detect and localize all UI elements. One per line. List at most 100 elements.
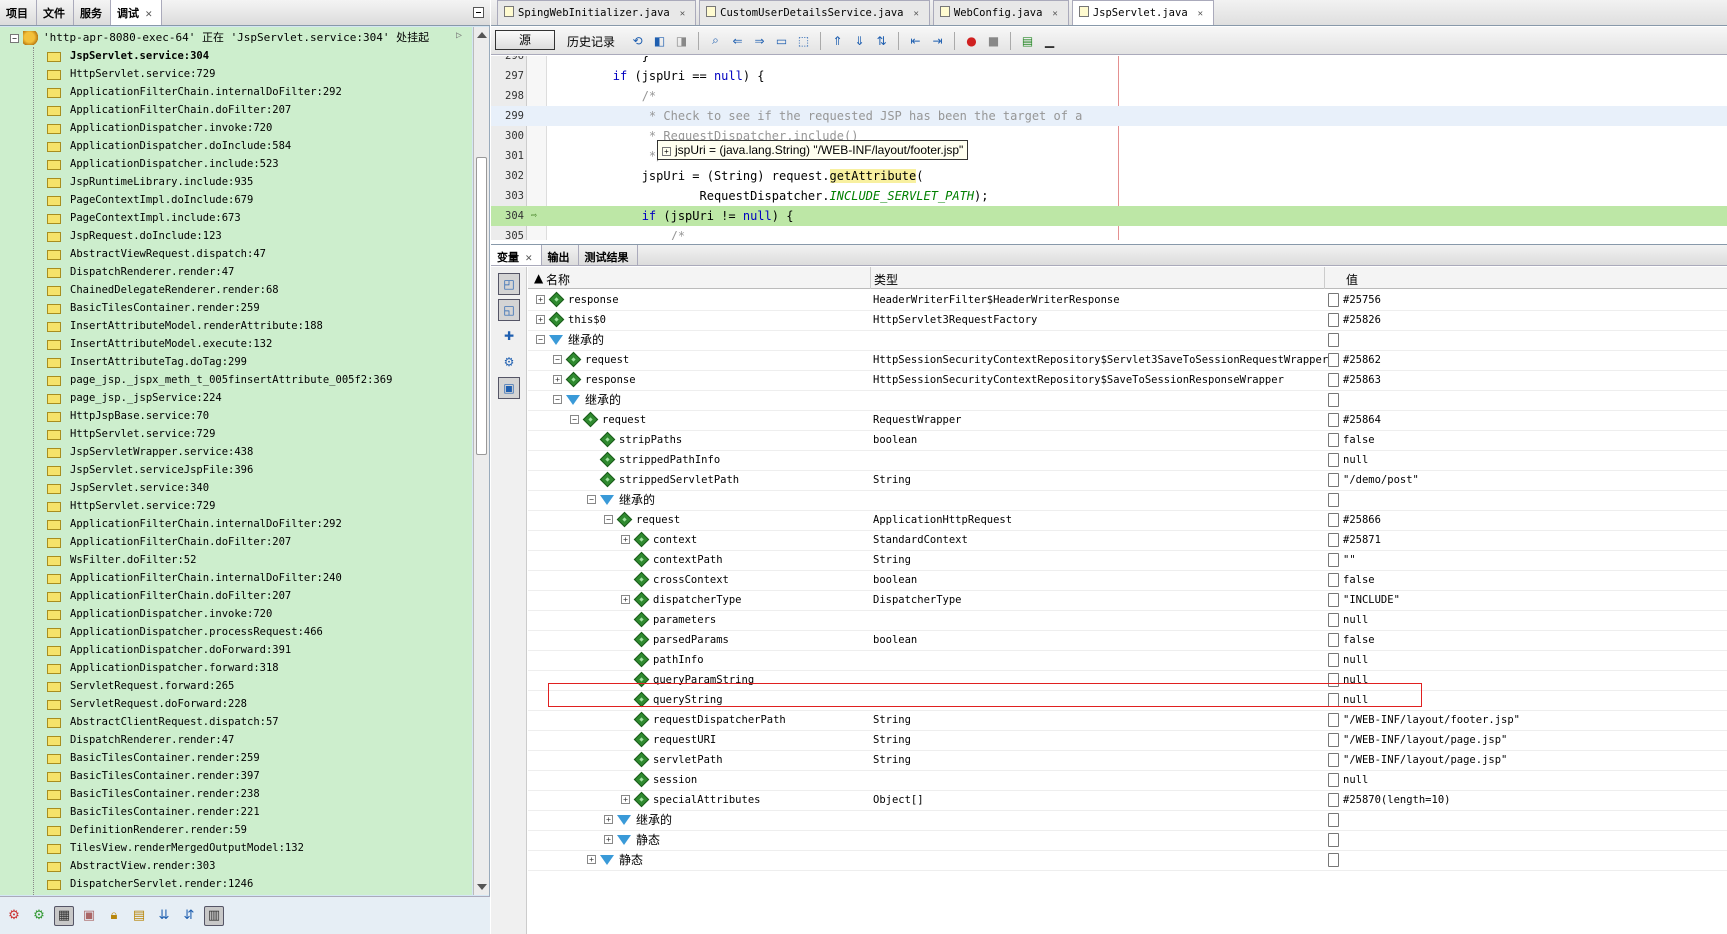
expand-icon[interactable]: +	[621, 595, 630, 604]
stack-frame[interactable]: ApplicationFilterChain.doFilter:207	[0, 587, 472, 605]
variable-row[interactable]: strippedServletPath String "/demo/post"	[528, 469, 1727, 491]
customize-value-button[interactable]	[1328, 353, 1339, 367]
customize-value-button[interactable]	[1328, 793, 1339, 807]
variable-row[interactable]: + response HeaderWriterFilter$HeaderWriter…	[528, 289, 1727, 311]
stack-frame[interactable]: JspServletWrapper.service:438	[0, 443, 472, 461]
customize-value-button[interactable]	[1328, 393, 1339, 407]
collapse-icon[interactable]: −	[553, 395, 562, 404]
minimize-icon[interactable]	[473, 7, 484, 18]
variable-row[interactable]: + context StandardContext #25871	[528, 529, 1727, 551]
stop-macro-icon[interactable]: ■	[985, 32, 1002, 49]
toggle-bookmark-icon[interactable]: ⇅	[873, 32, 890, 49]
step-icon[interactable]: ⇊	[154, 906, 174, 926]
stack-frame[interactable]: InsertAttributeModel.renderAttribute:188	[0, 317, 472, 335]
monitors-icon[interactable]: ▤	[129, 906, 149, 926]
column-divider[interactable]	[1324, 267, 1325, 289]
stack-frame[interactable]: AbstractClientRequest.dispatch:57	[0, 713, 472, 731]
stack-frame[interactable]: page_jsp._jspx_meth_t_005finsertAttribut…	[0, 371, 472, 389]
close-icon[interactable]: ✕	[913, 9, 918, 19]
thread-action-arrow-icon[interactable]: ▷	[456, 30, 462, 41]
variable-row[interactable]: − request HttpSessionSecurityContextReposi…	[528, 349, 1727, 371]
customize-value-button[interactable]	[1328, 773, 1339, 787]
collapse-icon[interactable]: −	[536, 335, 545, 344]
expand-icon[interactable]: +	[536, 295, 545, 304]
variable-row[interactable]: strippedPathInfo null	[528, 449, 1727, 471]
code-editor[interactable]: 296 } 297 if (jspUri == null) { 298 /* 2…	[491, 56, 1727, 240]
variable-row[interactable]: − request ApplicationHttpRequest #25866	[528, 509, 1727, 531]
stack-frame[interactable]: JspRequest.doInclude:123	[0, 227, 472, 245]
tab-spingwebinitializer[interactable]: SpingWebInitializer.java ✕	[497, 0, 697, 25]
stack-frame[interactable]: PageContextImpl.include:673	[0, 209, 472, 227]
collapse-icon[interactable]: −	[553, 355, 562, 364]
toggle-rect-select-icon[interactable]: ⬚	[795, 32, 812, 49]
variable-row[interactable]: − 继承的	[528, 489, 1727, 511]
customize-value-button[interactable]	[1328, 453, 1339, 467]
stack-frame[interactable]: BasicTilesContainer.render:238	[0, 785, 472, 803]
suspend-icon[interactable]: ⇵	[179, 906, 199, 926]
collapse-icon[interactable]: −	[604, 515, 613, 524]
customize-value-button[interactable]	[1328, 853, 1339, 867]
scroll-thumb[interactable]	[476, 157, 487, 455]
customize-value-button[interactable]	[1328, 373, 1339, 387]
stack-frame[interactable]: BasicTilesContainer.render:259	[0, 299, 472, 317]
stack-frame[interactable]: ApplicationDispatcher.invoke:720	[0, 605, 472, 623]
variable-row[interactable]: parsedParams boolean false	[528, 629, 1727, 651]
tab-test-results[interactable]: 测试结果	[579, 245, 638, 265]
threads-red-icon[interactable]: ⚙	[4, 906, 24, 926]
watch-settings-icon[interactable]: ⚙	[498, 351, 520, 373]
customize-value-button[interactable]	[1328, 813, 1339, 827]
find-previous-icon[interactable]: ⇐	[729, 32, 746, 49]
stack-frame[interactable]: ApplicationDispatcher.processRequest:466	[0, 623, 472, 641]
stack-frame[interactable]: ServletRequest.doForward:228	[0, 695, 472, 713]
expand-icon[interactable]: +	[604, 815, 613, 824]
variable-row[interactable]: + dispatcherType DispatcherType "INCLUDE"	[528, 589, 1727, 611]
stack-frame[interactable]: ApplicationDispatcher.forward:318	[0, 659, 472, 677]
stack-frame[interactable]: ApplicationFilterChain.internalDoFilter:…	[0, 569, 472, 587]
column-header-type[interactable]: 类型	[874, 271, 898, 288]
stack-frame[interactable]: ApplicationDispatcher.include:523	[0, 155, 472, 173]
scroll-up-arrow-icon[interactable]	[477, 32, 487, 38]
close-icon[interactable]: ✕	[1198, 9, 1203, 19]
stack-frame[interactable]: DispatchRenderer.render:47	[0, 263, 472, 281]
scroll-down-arrow-icon[interactable]	[477, 884, 487, 890]
variable-row[interactable]: + 继承的	[528, 809, 1727, 831]
tab-files[interactable]: 文件	[37, 0, 74, 25]
expand-icon[interactable]: +	[587, 855, 596, 864]
close-icon[interactable]: ✕	[525, 254, 533, 264]
variable-row[interactable]: parameters null	[528, 609, 1727, 631]
tab-webconfig[interactable]: WebConfig.java ✕	[932, 0, 1069, 25]
variable-row[interactable]: + 静态	[528, 849, 1727, 871]
tab-variables[interactable]: 变量 ✕	[491, 245, 542, 265]
column-divider[interactable]	[870, 267, 871, 289]
source-button[interactable]: 源	[495, 30, 555, 50]
next-bookmark-icon[interactable]: ⇓	[851, 32, 868, 49]
tab-projects[interactable]: 项目	[0, 0, 37, 25]
expand-icon[interactable]: +	[604, 835, 613, 844]
variable-row-highlighted[interactable]: requestDispatcherPath String "/WEB-INF/lay…	[528, 709, 1727, 731]
expand-icon[interactable]: +	[662, 147, 671, 156]
stack-frame[interactable]: DispatchRenderer.render:47	[0, 731, 472, 749]
variable-row[interactable]: + 静态	[528, 829, 1727, 851]
variable-row[interactable]: + response HttpSessionSecurityContextRepos…	[528, 369, 1727, 391]
uncomment-icon[interactable]: ▁	[1041, 32, 1058, 49]
stack-frame[interactable]: BasicTilesContainer.render:397	[0, 767, 472, 785]
vertical-scrollbar[interactable]	[473, 27, 489, 895]
prev-bookmark-icon[interactable]: ⇑	[829, 32, 846, 49]
shift-right-icon[interactable]: ⇥	[929, 32, 946, 49]
stack-frame[interactable]: InsertAttributeModel.execute:132	[0, 335, 472, 353]
last-edit-icon[interactable]: ⟲	[629, 32, 646, 49]
stack-frame[interactable]: HttpServlet.service:729	[0, 425, 472, 443]
expand-icon[interactable]: +	[553, 375, 562, 384]
tab-services[interactable]: 服务	[74, 0, 111, 25]
stack-frame[interactable]: page_jsp._jspService:224	[0, 389, 472, 407]
evaluate-icon[interactable]: ◰	[498, 273, 520, 295]
stack-frame[interactable]: JspServlet.service:340	[0, 479, 472, 497]
tab-output[interactable]: 输出	[542, 245, 579, 265]
stack-frame[interactable]: AbstractView.render:303	[0, 857, 472, 875]
shift-left-icon[interactable]: ⇤	[907, 32, 924, 49]
column-header-name[interactable]: 名称	[546, 271, 570, 288]
find-icon[interactable]: ⌕	[707, 32, 724, 49]
stack-frame[interactable]: PageContextImpl.doInclude:679	[0, 191, 472, 209]
thread-node[interactable]: − 'http-apr-8080-exec-64' 正在 'JspServlet.…	[10, 29, 462, 46]
show-classes-icon[interactable]: ▣	[498, 377, 520, 399]
